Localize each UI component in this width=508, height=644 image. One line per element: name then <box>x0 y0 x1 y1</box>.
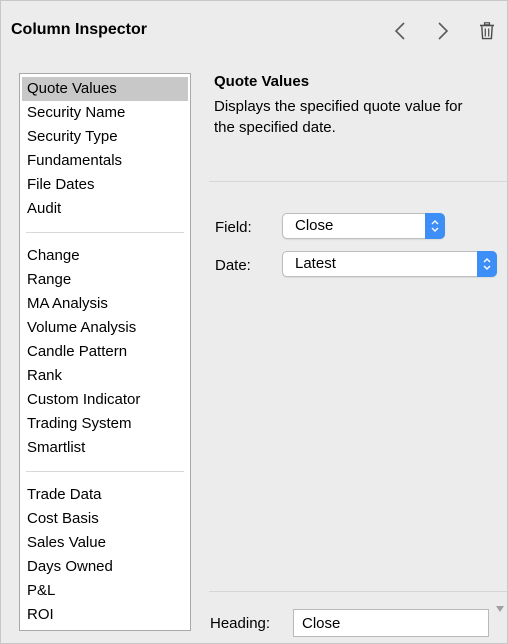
category-item[interactable]: Rank <box>20 364 190 388</box>
delete-button[interactable] <box>471 15 503 47</box>
chevron-left-icon <box>394 22 405 40</box>
panel-title: Column Inspector <box>11 21 148 38</box>
category-item[interactable]: Trade Data <box>20 483 190 507</box>
trash-icon <box>480 22 494 40</box>
category-item[interactable]: P&L <box>20 579 190 603</box>
category-item[interactable]: Trading System <box>20 412 190 436</box>
select-arrows-icon <box>425 213 445 239</box>
category-item[interactable]: MA Analysis <box>20 292 190 316</box>
category-item[interactable]: File Dates <box>20 173 190 197</box>
date-label: Date: <box>215 257 251 274</box>
date-select-value: Latest <box>295 255 336 272</box>
select-arrows-icon <box>477 251 497 277</box>
divider <box>209 591 507 592</box>
inspector-header: Column Inspector <box>1 1 507 61</box>
category-item[interactable]: Custom Indicator <box>20 388 190 412</box>
list-separator <box>26 232 184 233</box>
dropdown-caret-icon[interactable] <box>495 605 505 613</box>
column-inspector-panel: Column Inspector Quote Values Security Na… <box>0 0 508 644</box>
category-item[interactable]: Security Name <box>20 101 190 125</box>
category-item[interactable]: Quote Values <box>22 77 188 101</box>
chevron-right-icon <box>438 22 449 40</box>
detail-description: Displays the specified quote value for t… <box>214 98 463 136</box>
field-label: Field: <box>215 219 252 236</box>
field-select-value: Close <box>295 217 334 234</box>
category-item[interactable]: Range <box>20 268 190 292</box>
back-button[interactable] <box>384 15 416 47</box>
divider <box>209 181 507 182</box>
field-select[interactable]: Close <box>282 213 445 239</box>
category-item[interactable]: Audit <box>20 197 190 221</box>
category-item[interactable]: Candle Pattern <box>20 340 190 364</box>
heading-label: Heading: <box>210 615 271 632</box>
category-item[interactable]: Fundamentals <box>20 149 190 173</box>
category-list[interactable]: Quote Values Security Name Security Type Fu… <box>19 73 191 631</box>
category-item[interactable]: Days Owned <box>20 555 190 579</box>
category-item[interactable]: Sales Value <box>20 531 190 555</box>
category-item[interactable]: Cost Basis <box>20 507 190 531</box>
category-item[interactable]: Smartlist <box>20 436 190 460</box>
category-item[interactable]: Volume Analysis <box>20 316 190 340</box>
date-select[interactable]: Latest <box>282 251 497 277</box>
category-item[interactable]: Change <box>20 244 190 268</box>
list-separator <box>26 471 184 472</box>
heading-input[interactable] <box>293 609 489 637</box>
detail-title: Quote Values <box>214 73 310 90</box>
category-item[interactable]: ROI <box>20 603 190 627</box>
forward-button[interactable] <box>427 15 459 47</box>
category-item[interactable]: Security Type <box>20 125 190 149</box>
